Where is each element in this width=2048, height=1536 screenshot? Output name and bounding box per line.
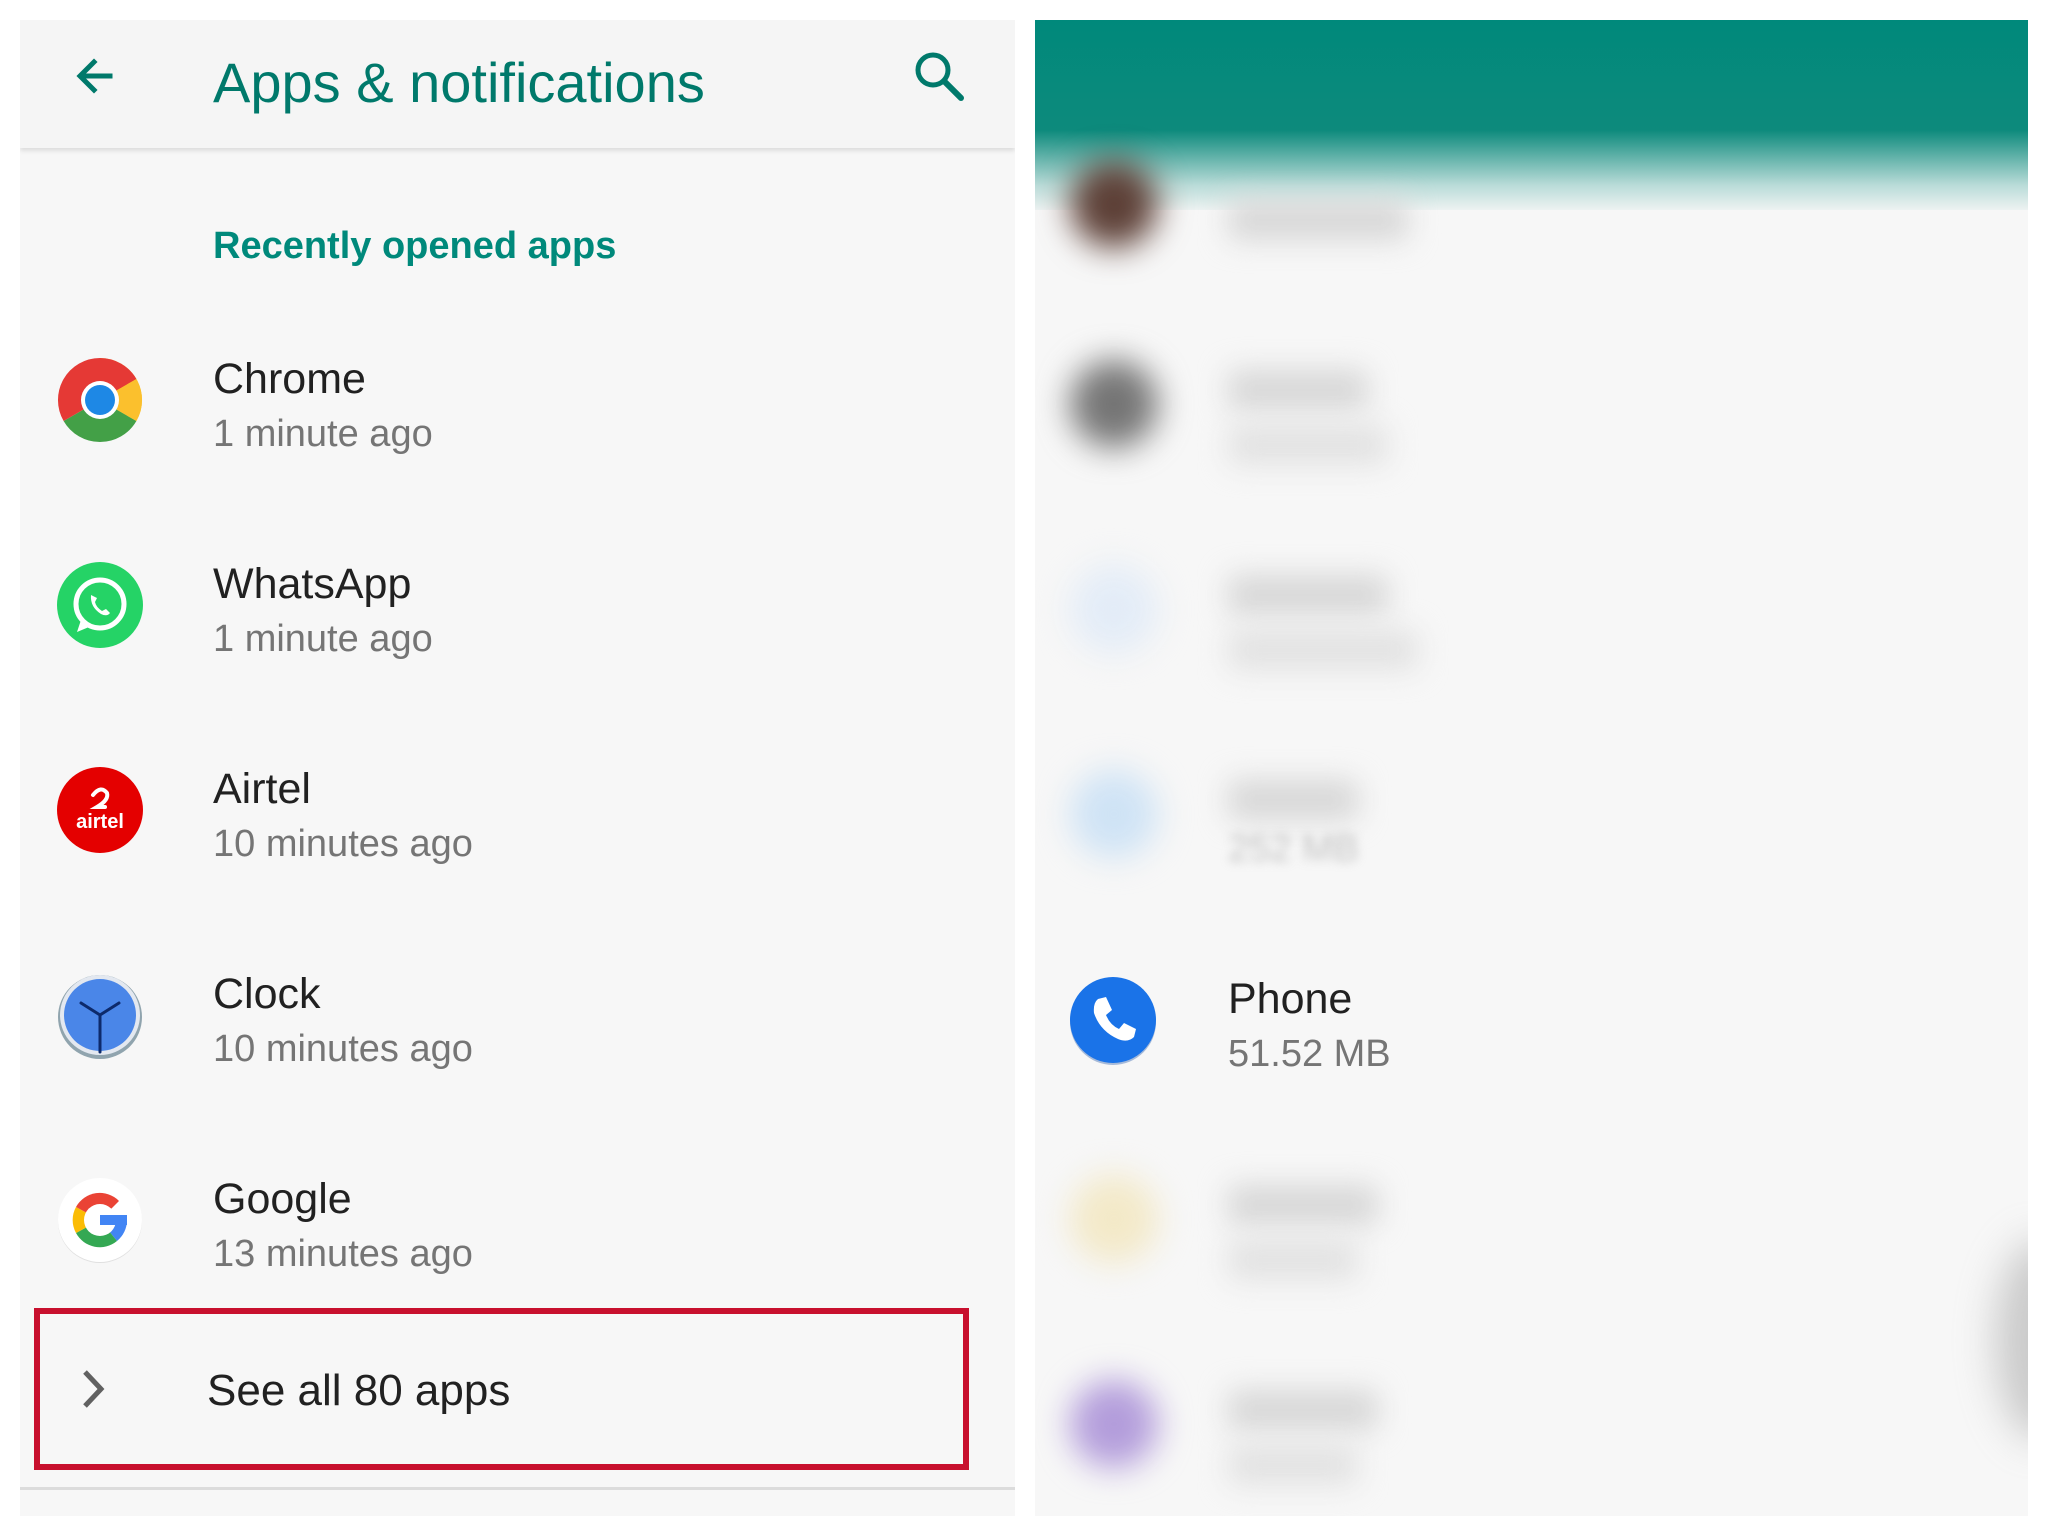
see-all-apps-button[interactable]: See all 80 apps xyxy=(34,1308,969,1470)
blurred-text xyxy=(1228,1390,1378,1430)
search-button[interactable] xyxy=(905,42,977,114)
blurred-app-icon xyxy=(1070,1380,1158,1468)
blurred-text xyxy=(1228,1185,1378,1225)
blurred-app-icon xyxy=(1070,1175,1158,1263)
app-last-opened: 10 minutes ago xyxy=(213,823,473,865)
blurred-app-icon xyxy=(1070,770,1158,858)
list-item-airtel[interactable]: airtel Airtel 10 minutes ago xyxy=(20,765,1015,970)
app-name: Phone xyxy=(1228,975,1353,1023)
google-icon xyxy=(58,1178,142,1263)
blurred-text xyxy=(1228,630,1418,670)
list-item[interactable] xyxy=(1035,565,2028,770)
app-list-screen: 252 MB Phone 51.52 MB xyxy=(1035,20,2028,1516)
list-item-chrome[interactable]: Chrome 1 minute ago xyxy=(20,355,1015,560)
blurred-text xyxy=(1228,575,1388,615)
list-item[interactable]: 252 MB xyxy=(1035,770,2028,975)
arrow-back-icon xyxy=(76,58,113,94)
blurred-app-icon xyxy=(1070,360,1158,448)
blurred-text xyxy=(1228,425,1388,465)
airtel-logo-text: airtel xyxy=(76,811,124,833)
app-name: Chrome xyxy=(213,355,366,403)
blurred-app-size: 252 MB xyxy=(1228,828,1359,870)
divider xyxy=(20,1487,1015,1490)
app-last-opened: 1 minute ago xyxy=(213,413,433,455)
app-last-opened: 10 minutes ago xyxy=(213,1028,473,1070)
airtel-icon: airtel xyxy=(57,767,143,853)
app-last-opened: 1 minute ago xyxy=(213,618,433,660)
blurred-text xyxy=(1228,370,1368,410)
blurred-text xyxy=(1228,780,1358,820)
list-item-phone[interactable]: Phone 51.52 MB xyxy=(1035,975,2028,1180)
app-name: Google xyxy=(213,1175,352,1223)
app-name: Airtel xyxy=(213,765,311,813)
apps-notifications-screen: Apps & notifications Recently opened app… xyxy=(20,20,1015,1516)
blurred-app-icon xyxy=(1070,160,1158,248)
list-item-whatsapp[interactable]: WhatsApp 1 minute ago xyxy=(20,560,1015,765)
clock-icon xyxy=(58,975,142,1059)
chrome-icon xyxy=(57,358,143,443)
app-size: 51.52 MB xyxy=(1228,1033,1391,1075)
list-item[interactable] xyxy=(1035,160,2028,365)
section-header-recent: Recently opened apps xyxy=(213,225,617,267)
list-item[interactable] xyxy=(1035,1380,2028,1516)
back-button[interactable] xyxy=(60,42,132,114)
page-title: Apps & notifications xyxy=(213,51,705,114)
blurred-text xyxy=(1228,1445,1358,1485)
list-item[interactable] xyxy=(1035,360,2028,565)
blurred-text xyxy=(1228,200,1408,240)
chevron-right-icon xyxy=(83,1370,105,1408)
app-name: Clock xyxy=(213,970,321,1018)
list-item-clock[interactable]: Clock 10 minutes ago xyxy=(20,970,1015,1175)
search-icon xyxy=(915,52,964,101)
blurred-text xyxy=(1228,1240,1358,1280)
list-item[interactable] xyxy=(1035,1175,2028,1380)
whatsapp-icon xyxy=(57,562,143,648)
app-name: WhatsApp xyxy=(213,560,412,608)
see-all-apps-label: See all 80 apps xyxy=(207,1366,511,1415)
phone-icon xyxy=(1070,977,1156,1065)
app-bar: Apps & notifications xyxy=(20,20,1015,148)
app-last-opened: 13 minutes ago xyxy=(213,1233,473,1275)
blurred-app-icon xyxy=(1070,565,1158,653)
